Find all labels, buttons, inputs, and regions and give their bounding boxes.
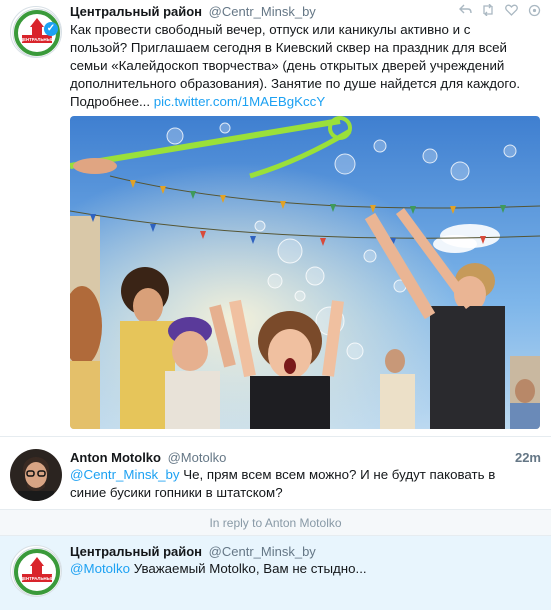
tweet-text-line: Че, прям всем всем можно? И не будут пак… bbox=[179, 467, 496, 482]
photo-link[interactable]: pic.twitter.com/1MAEBgKccY bbox=[154, 94, 325, 109]
like-icon[interactable] bbox=[504, 4, 518, 20]
author-handle[interactable]: @Centr_Minsk_by bbox=[209, 544, 316, 559]
centr-minsk-avatar[interactable]: ЦЕНТРАЛЬНЫЙ bbox=[10, 545, 62, 597]
tweet-text: @Centr_Minsk_by Че, прям всем всем можно… bbox=[70, 466, 540, 502]
tweet-motolko[interactable]: Anton Motolko @Motolko 22m @Centr_Minsk_… bbox=[0, 437, 551, 510]
author-name[interactable]: Центральный район bbox=[70, 544, 202, 559]
author-handle[interactable]: @Motolko bbox=[168, 450, 227, 465]
retweet-icon[interactable] bbox=[481, 3, 495, 20]
reply-icon[interactable] bbox=[458, 4, 472, 20]
tweet-text: @Motolko Уважаемый Motolko, Вам не стыдн… bbox=[70, 560, 540, 578]
more-icon[interactable] bbox=[527, 4, 541, 20]
tweet-text-line: Уважаемый Motolko, Вам не стыдно... bbox=[130, 561, 367, 576]
mention-link[interactable]: @Motolko bbox=[70, 561, 130, 576]
tweet-header: Центральный район @Centr_Minsk_by bbox=[70, 544, 316, 559]
tweet-header: Anton Motolko @Motolko bbox=[70, 450, 226, 465]
author-name[interactable]: Центральный район bbox=[70, 4, 202, 19]
motolko-avatar[interactable] bbox=[10, 449, 62, 501]
svg-text:ЦЕНТРАЛЬНЫЙ: ЦЕНТРАЛЬНЫЙ bbox=[20, 37, 54, 42]
tweet-text-line: синие бусики гопники в штатском? bbox=[70, 485, 283, 500]
motolko-photo bbox=[10, 449, 62, 501]
tweet-text-line: дополнительного образования). Занятие по… bbox=[70, 76, 521, 91]
festival-photo-image bbox=[70, 116, 540, 429]
more-label: Подробнее... bbox=[70, 94, 151, 109]
tweet-text-line: пользой? Приглашаем сегодня в Киевский с… bbox=[70, 40, 507, 55]
author-handle[interactable]: @Centr_Minsk_by bbox=[209, 4, 316, 19]
svg-text:ЦЕНТРАЛЬНЫЙ: ЦЕНТРАЛЬНЫЙ bbox=[20, 576, 54, 581]
mention-link[interactable]: @Centr_Minsk_by bbox=[70, 467, 180, 482]
verified-badge-icon: ✓ bbox=[44, 22, 58, 36]
author-name[interactable]: Anton Motolko bbox=[70, 450, 161, 465]
tweet-text: Как провести свободный вечер, отпуск или… bbox=[70, 21, 540, 111]
tweet-centr-minsk[interactable]: ЦЕНТРАЛЬНЫЙ ✓ Центральный район @Centr_M… bbox=[0, 0, 551, 437]
tweet-header: Центральный район @Centr_Minsk_by bbox=[70, 4, 316, 19]
tweet-actions bbox=[458, 3, 541, 20]
centr-minsk-logo: ЦЕНТРАЛЬНЫЙ bbox=[12, 547, 61, 596]
tweet-centr-minsk-reply[interactable]: ЦЕНТРАЛЬНЫЙ Центральный район @Centr_Min… bbox=[0, 536, 551, 610]
in-reply-to-bar[interactable]: In reply to Anton Motolko bbox=[0, 510, 551, 536]
tweet-text-line: Как провести свободный вечер, отпуск или… bbox=[70, 22, 471, 37]
tweet-timestamp[interactable]: 22m bbox=[515, 450, 541, 465]
tweet-text-line: семьи «Калейдоскоп творчества» (день отк… bbox=[70, 58, 505, 73]
tweet-photo[interactable] bbox=[70, 116, 540, 429]
